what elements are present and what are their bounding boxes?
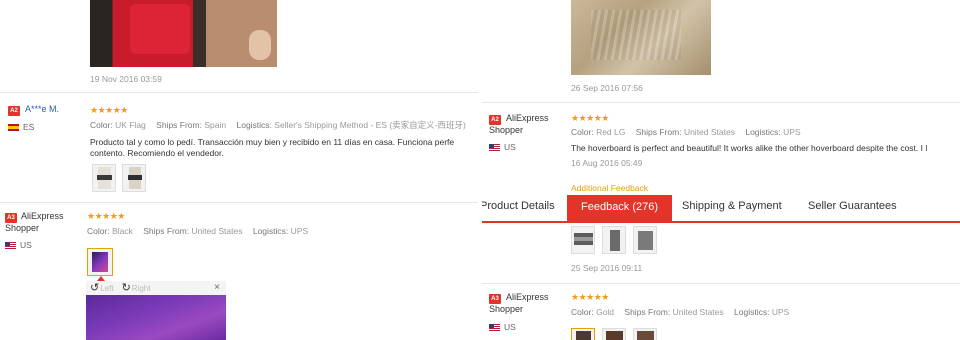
review-thumbnail[interactable] [92, 164, 116, 192]
tab-feedback[interactable]: Feedback (276) [567, 195, 673, 223]
ships-from-value: United States [191, 226, 243, 236]
buyer-level-badge: A3 [489, 294, 501, 304]
order-info: Color: Black Ships From: United States L… [87, 226, 316, 237]
review-thumbnail[interactable] [571, 226, 595, 254]
us-flag-icon [489, 323, 500, 331]
star-rating: ★★★★★ [87, 211, 125, 221]
reviewer-country: US [489, 142, 516, 152]
logistics-label: Logistics: [734, 307, 770, 317]
color-label: Color: [87, 226, 110, 236]
rotate-left-label: Left [100, 283, 114, 293]
color-label: Color: [571, 127, 594, 137]
buyer-level-badge: A2 [489, 115, 501, 125]
review-thumbnail[interactable] [633, 226, 657, 254]
rotate-right-button[interactable]: ↻ Right [121, 281, 151, 294]
logistics-label: Logistics: [745, 127, 781, 137]
star-rating: ★★★★★ [571, 292, 609, 302]
review-thumbnail[interactable] [633, 328, 657, 340]
logistics-label: Logistics: [252, 226, 289, 236]
logistics-label: Logistics: [236, 120, 272, 130]
order-info: Color: UK Flag Ships From: Spain Logisti… [90, 120, 474, 131]
divider [0, 202, 478, 203]
tab-seller-guarantees[interactable]: Seller Guarantees [808, 195, 897, 221]
additional-feedback-label: Additional Feedback [571, 183, 649, 193]
right-screenshot-panel: 26 Sep 2016 07:56 A2 AliExpress Shopper … [482, 0, 960, 340]
buyer-level-badge: A3 [5, 213, 17, 223]
review-text-line-2: contento. Recomiendo el vendedor. [90, 148, 224, 158]
reviewer-name-line-1: AliExpress [506, 292, 549, 302]
tab-shipping-payment[interactable]: Shipping & Payment [682, 195, 782, 221]
logistics-value: UPS [783, 127, 801, 137]
rotate-left-button[interactable]: ↺ Left [90, 281, 114, 294]
review-date: 19 Nov 2016 03:59 [90, 74, 162, 84]
reviewer-name-line-1: AliExpress [506, 113, 549, 123]
ships-from-label: Ships From: [143, 226, 190, 236]
reviewer-country: US [489, 322, 516, 332]
review-thumbnail-selected[interactable] [87, 248, 113, 276]
ships-from-label: Ships From: [156, 120, 202, 130]
rotate-left-icon: ↺ [90, 281, 100, 294]
color-label: Color: [571, 307, 594, 317]
country-code: ES [23, 122, 35, 132]
reviewer-country: ES [8, 122, 34, 132]
review-date: 26 Sep 2016 07:56 [571, 83, 643, 93]
review-thumbnail-selected[interactable] [571, 328, 595, 340]
color-value: UK Flag [115, 120, 146, 130]
logistics-value: UPS [771, 307, 790, 317]
image-viewer-toolbar: ↺ Left ↻ Right × [86, 281, 226, 295]
rotate-right-icon: ↻ [121, 281, 131, 294]
us-flag-icon [5, 241, 16, 249]
ships-from-label: Ships From: [635, 127, 682, 137]
review-date: 16 Aug 2016 05:49 [571, 158, 643, 168]
country-code: US [504, 322, 516, 332]
logistics-value: UPS [290, 226, 309, 236]
tab-product-details[interactable]: Product Details [482, 195, 555, 221]
color-value: Gold [596, 307, 615, 317]
rotate-right-label: Right [131, 283, 151, 293]
reviewer-name-line-2: Shopper [5, 223, 40, 233]
ships-from-value: Spain [204, 120, 227, 130]
review-photo-box[interactable] [571, 0, 711, 75]
country-code: US [20, 240, 32, 250]
reviewer-name[interactable]: A***e M. [25, 104, 59, 115]
order-info: Color: Red LG Ships From: United States … [571, 127, 809, 138]
close-icon[interactable]: × [214, 281, 220, 295]
order-info: Color: Gold Ships From: United States Lo… [571, 307, 797, 318]
review-date: 25 Sep 2016 09:11 [571, 263, 643, 273]
review-photo-red-bag[interactable] [90, 0, 277, 67]
spain-flag-icon [8, 123, 19, 131]
divider [482, 102, 960, 103]
ships-from-label: Ships From: [624, 307, 671, 317]
color-value: Red LG [596, 127, 626, 137]
review-thumbnail[interactable] [122, 164, 146, 192]
enlarged-review-photo [86, 295, 226, 340]
product-tabs: Product Details Feedback (276) Shipping … [482, 195, 960, 223]
reviewer-name-line-1: AliExpress [21, 211, 64, 221]
ships-from-value: United States [672, 307, 724, 317]
review-thumbnail[interactable] [602, 328, 626, 340]
reviewer-country: US [5, 240, 32, 250]
logistics-value: Seller's Shipping Method - ES (卖家自定义-西班牙… [274, 120, 466, 130]
color-label: Color: [90, 120, 113, 130]
left-screenshot-panel: 19 Nov 2016 03:59 A2 A***e M. ES ★★★★★ C… [0, 0, 478, 340]
us-flag-icon [489, 143, 500, 151]
star-rating: ★★★★★ [571, 113, 609, 123]
review-thumbnail[interactable] [602, 226, 626, 254]
country-code: US [504, 142, 516, 152]
divider [0, 92, 478, 93]
star-rating: ★★★★★ [90, 105, 128, 115]
divider [482, 283, 960, 284]
review-text: The hoverboard is perfect and beautiful!… [571, 143, 928, 153]
buyer-level-badge: A2 [8, 106, 20, 116]
ships-from-value: United States [683, 127, 735, 137]
reviewer-name-line-2: Shopper [489, 304, 524, 314]
color-value: Black [112, 226, 133, 236]
reviewer-name-line-2: Shopper [489, 125, 524, 135]
